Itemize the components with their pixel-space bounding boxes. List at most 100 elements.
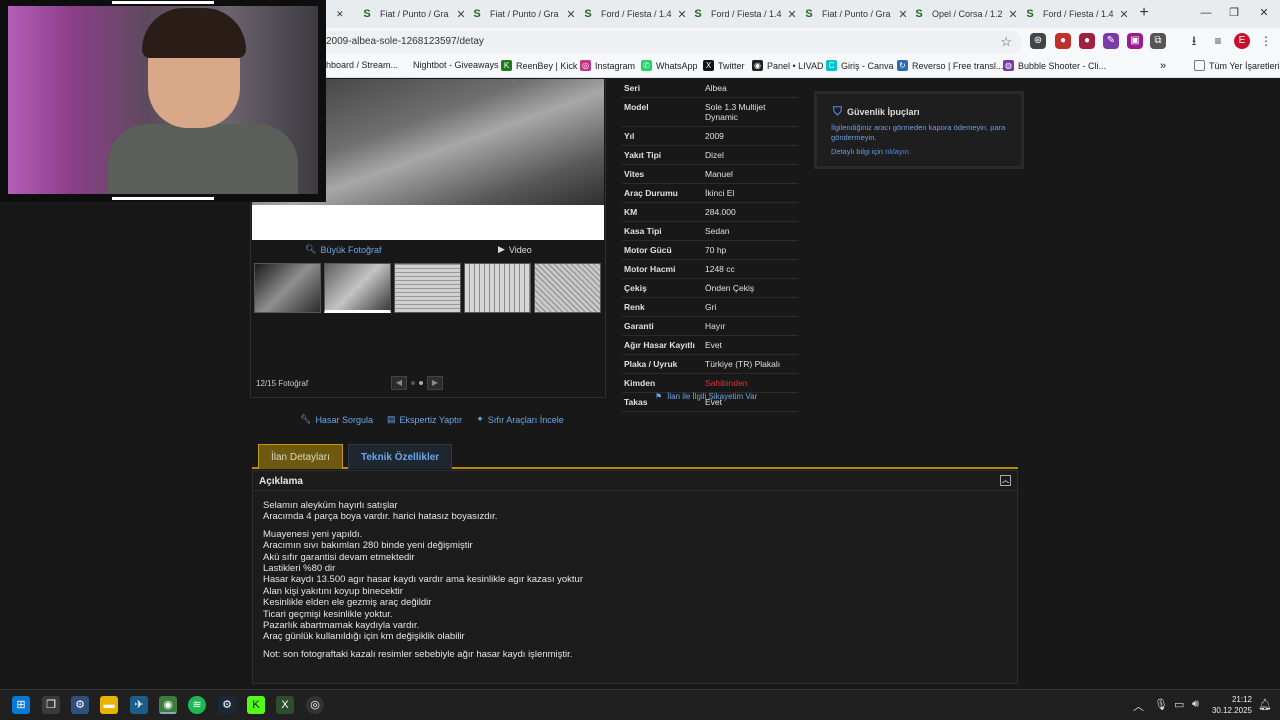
- tab-close-icon[interactable]: ✕: [564, 8, 578, 21]
- tab-close-icon[interactable]: ✕: [785, 8, 799, 21]
- collapse-icon[interactable]: ︿: [1000, 475, 1011, 486]
- bookmark-star-icon[interactable]: ☆: [1000, 31, 1012, 53]
- new-cars-link[interactable]: ✦ Sıfır Araçları İncele: [476, 414, 564, 425]
- thumbnail[interactable]: [534, 263, 601, 313]
- tab-title: Ford / Fiesta / 1.4: [711, 9, 782, 19]
- profile-avatar[interactable]: E: [1234, 33, 1250, 49]
- browser-tab[interactable]: S Ford / Fiesta / 1.4 ✕: [581, 3, 689, 25]
- browser-tab[interactable]: S Ford / Fiesta / 1.4 ✕: [691, 3, 799, 25]
- thumbnail[interactable]: [254, 263, 321, 313]
- spec-key: Vites: [624, 169, 645, 179]
- thumbnail-active[interactable]: [324, 263, 391, 313]
- spec-value: Sahibinden: [705, 378, 748, 388]
- bookmark-item[interactable]: K ReenBey | Kick: [501, 60, 577, 71]
- steam-icon[interactable]: ⚙: [218, 696, 236, 714]
- tab-technical-specs[interactable]: Teknik Özellikler: [348, 444, 453, 469]
- minimize-button[interactable]: —: [1196, 4, 1216, 22]
- network-icon[interactable]: ▭: [1174, 698, 1184, 711]
- extension-icon[interactable]: ⊛: [1030, 33, 1046, 49]
- big-photo-link[interactable]: 🔍︎ Büyük Fotoğraf: [305, 244, 381, 255]
- spec-row: Motor Hacmi 1248 cc: [622, 260, 798, 279]
- video-link[interactable]: ▶ Video: [498, 244, 532, 255]
- tray-overflow-icon[interactable]: ︿: [1133, 698, 1144, 714]
- bookmark-item[interactable]: X Twitter: [703, 60, 745, 71]
- spec-key: Model: [624, 102, 649, 112]
- settings-icon[interactable]: ⚙: [71, 696, 89, 714]
- all-bookmarks-folder[interactable]: Tüm Yer İşaretleri: [1194, 60, 1280, 71]
- description-line: Pazarlık abartmamak kaydıyla vardır.: [263, 620, 420, 632]
- pager-dot[interactable]: [411, 381, 415, 385]
- extension-red-icon[interactable]: ●: [1055, 33, 1071, 49]
- pager-dot-active[interactable]: [419, 381, 423, 385]
- address-bar[interactable]: 2009-albea-sole-1268123597/detay ☆: [316, 31, 1022, 53]
- complaint-link[interactable]: ⚑ İlan ile İlgili Şikayetim Var: [655, 392, 757, 401]
- spec-value: 284.000: [705, 207, 736, 217]
- browser-tab[interactable]: S Opel / Corsa / 1.2 ✕: [912, 3, 1020, 25]
- browser-tab[interactable]: S Fiat / Punto / Gra ✕: [802, 3, 910, 25]
- tab-listing-details[interactable]: İlan Detayları: [258, 444, 343, 469]
- safety-title: ⛉ Güvenlik İpuçları: [833, 104, 920, 119]
- description-note: Not: son fotograftaki kazalı resimler se…: [263, 648, 573, 660]
- magnifier-icon: 🔍︎: [305, 244, 317, 254]
- extension-badge-icon[interactable]: ●: [1079, 33, 1095, 49]
- volume-icon[interactable]: 🔊︎: [1192, 698, 1199, 711]
- description-line: Muayenesi yeni yapıldı.: [263, 528, 363, 540]
- spec-row: Renk Gri: [622, 298, 798, 317]
- bookmark-item[interactable]: ◍ Bubble Shooter - Cli...: [1003, 60, 1106, 71]
- spec-row: Kasa Tipi Sedan: [622, 222, 798, 241]
- file-explorer-icon[interactable]: ▬: [100, 696, 118, 714]
- browser-tab[interactable]: S Fiat / Punto / Gra ✕: [470, 3, 578, 25]
- excel-icon[interactable]: X: [276, 696, 294, 714]
- browser-tab[interactable]: S Ford / Fiesta / 1.4 ✕: [1023, 3, 1131, 25]
- bookmark-item[interactable]: ◎ Instagram: [580, 60, 635, 71]
- kick-icon[interactable]: K: [247, 696, 265, 714]
- damage-query-link[interactable]: 🔧︎ Hasar Sorgula: [300, 414, 373, 425]
- spec-key: Çekiş: [624, 283, 647, 293]
- task-view-icon[interactable]: ❐: [42, 696, 60, 714]
- windows-start-icon[interactable]: ⊞: [12, 696, 30, 714]
- reading-list-icon[interactable]: ≡: [1210, 33, 1226, 49]
- detail-tabs: İlan Detayları Teknik Özellikler: [252, 443, 1018, 469]
- site-favicon-icon: S: [473, 8, 481, 20]
- bookmark-item[interactable]: ◉ Panel • LIVAD: [752, 60, 824, 71]
- thumbnail[interactable]: [394, 263, 461, 313]
- next-thumbs-button[interactable]: ▶: [427, 376, 443, 390]
- description-line: Hasar kaydı 13.500 agır hasar kaydı vard…: [263, 574, 583, 586]
- notification-icon[interactable]: 🔔︎: [1258, 698, 1272, 711]
- extensions-puzzle-icon[interactable]: ⧉: [1150, 33, 1166, 49]
- prev-thumbs-button[interactable]: ◀: [391, 376, 407, 390]
- browser-menu-icon[interactable]: ⋮: [1258, 33, 1274, 49]
- thumbnail[interactable]: [464, 263, 531, 313]
- tab-close-icon[interactable]: ✕: [896, 8, 910, 21]
- spotify-icon[interactable]: ≋: [188, 696, 206, 714]
- safety-more-link[interactable]: tıklayın.: [885, 147, 911, 156]
- bookmarks-overflow-icon[interactable]: »: [1160, 60, 1166, 72]
- bookmark-item[interactable]: Nightbot - Giveaways: [413, 60, 499, 70]
- bookmark-label: Bubble Shooter - Cli...: [1018, 60, 1107, 71]
- browser-tab[interactable]: S Fiat / Punto / Gra ✕: [360, 3, 468, 25]
- download-icon[interactable]: ⭳: [1186, 33, 1202, 49]
- extension-purple-icon[interactable]: ▣: [1127, 33, 1143, 49]
- microphone-icon[interactable]: 🎙︎: [1154, 698, 1168, 711]
- tab-close-icon[interactable]: ✕: [1006, 8, 1020, 21]
- description-title: Açıklama: [259, 476, 303, 487]
- new-tab-button[interactable]: +: [1136, 4, 1152, 22]
- bookmark-item[interactable]: ✆ WhatsApp: [641, 60, 698, 71]
- tab-close-icon[interactable]: ✕: [336, 3, 350, 25]
- spec-key: Motor Hacmi: [624, 264, 676, 274]
- app-icon[interactable]: ✈: [130, 696, 148, 714]
- extension-pen-icon[interactable]: ✎: [1103, 33, 1119, 49]
- bookmark-item[interactable]: C Giriş - Canva: [826, 60, 894, 71]
- tab-close-icon[interactable]: ✕: [675, 8, 689, 21]
- close-window-button[interactable]: ✕: [1254, 4, 1274, 22]
- clock[interactable]: 21:12 30.12.2025: [1210, 694, 1252, 716]
- all-bookmarks-label: Tüm Yer İşaretleri: [1209, 60, 1280, 71]
- maximize-button[interactable]: ❐: [1224, 4, 1244, 22]
- chrome-icon[interactable]: ◉: [159, 696, 177, 714]
- obs-icon[interactable]: ◎: [306, 696, 324, 714]
- tab-close-icon[interactable]: ✕: [454, 8, 468, 21]
- bookmark-item[interactable]: hboard / Stream...: [326, 60, 398, 70]
- expertise-link[interactable]: ▤ Ekspertiz Yaptır: [387, 414, 462, 425]
- bookmark-item[interactable]: ↻ Reverso | Free transl...: [897, 60, 1003, 71]
- tab-close-icon[interactable]: ✕: [1117, 8, 1131, 21]
